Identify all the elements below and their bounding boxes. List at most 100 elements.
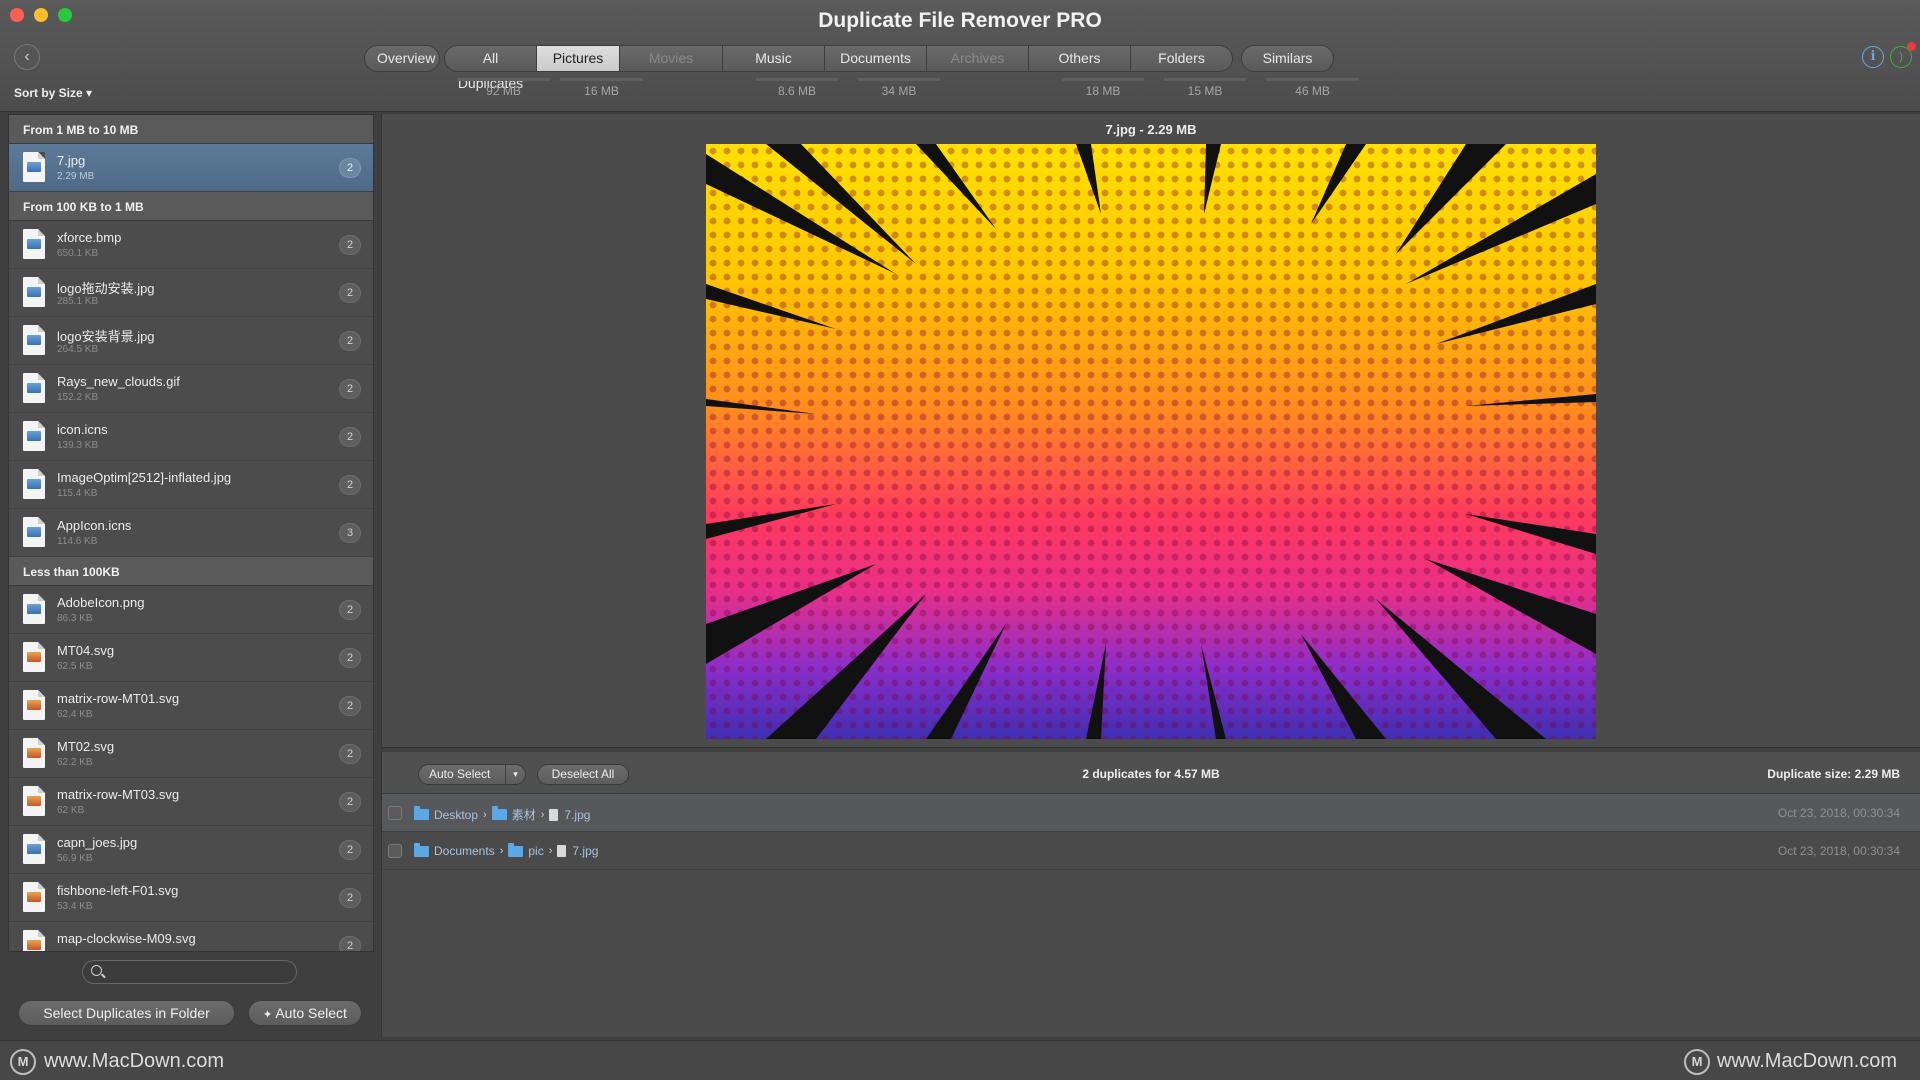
list-item[interactable]: matrix-row-MT03.svg 62 KB 2 [9, 778, 373, 826]
path-file[interactable]: 7.jpg [572, 844, 598, 858]
list-item[interactable]: xforce.bmp 650.1 KB 2 [9, 221, 373, 269]
category-tabs: Overview All Duplicates Pictures Movies … [364, 45, 1334, 91]
tab-overview[interactable]: Overview [364, 45, 440, 72]
back-button[interactable]: ‹ [14, 44, 40, 70]
file-name: icon.icns [57, 422, 108, 437]
svg-file-icon [23, 882, 45, 912]
path-file[interactable]: 7.jpg [564, 808, 590, 822]
file-size: 2.29 MB [57, 171, 95, 182]
table-row[interactable]: Documents › pic › 7.jpg Oct 23, 2018, 00… [382, 832, 1920, 870]
duplicate-count-badge: 2 [339, 696, 361, 716]
tab-size-movies [643, 78, 746, 98]
path-segment[interactable]: 素材 [512, 806, 536, 823]
tab-size-music: 8.6 MB [756, 78, 838, 98]
group-header: Less than 100KB [9, 557, 373, 586]
path-segment[interactable]: Desktop [434, 808, 478, 822]
duplicate-checkbox[interactable] [388, 806, 402, 820]
list-item[interactable]: AdobeIcon.png 86.3 KB 2 [9, 586, 373, 634]
tab-music[interactable]: Music [723, 45, 825, 72]
svg-file-icon [23, 690, 45, 720]
path-segment[interactable]: pic [528, 844, 543, 858]
tab-documents[interactable]: Documents [825, 45, 927, 72]
list-item[interactable]: Rays_new_clouds.gif 152.2 KB 2 [9, 365, 373, 413]
duplicate-checkbox[interactable] [388, 844, 402, 858]
list-item[interactable]: fishbone-left-F01.svg 53.4 KB 2 [9, 874, 373, 922]
tab-all-duplicates[interactable]: All Duplicates [444, 45, 537, 91]
tab-movies[interactable]: Movies [620, 45, 723, 72]
file-size: 62 KB [57, 805, 85, 816]
group-header: From 1 MB to 10 MB [9, 115, 373, 144]
duplicates-toolbar: Auto Select ▾ Deselect All 2 duplicates … [382, 752, 1920, 794]
list-item[interactable]: ImageOptim[2512]-inflated.jpg 115.4 KB 2 [9, 461, 373, 509]
image-file-icon [23, 517, 45, 547]
list-item[interactable]: logo安装背景.jpg 264.5 KB 2 [9, 317, 373, 365]
chevron-right-icon: › [483, 808, 487, 821]
auto-select-button[interactable]: ✦ Auto Select [248, 1000, 362, 1026]
file-name: fishbone-left-F01.svg [57, 883, 179, 898]
search-field[interactable] [82, 960, 297, 984]
file-size: 56.9 KB [57, 853, 93, 864]
wand-icon: ✦ [263, 1009, 276, 1021]
list-item[interactable]: MT04.svg 62.5 KB 2 [9, 634, 373, 682]
file-size: 62.5 KB [57, 661, 93, 672]
duplicate-count-badge: 2 [339, 379, 361, 399]
duplicate-count-badge: 2 [339, 283, 361, 303]
list-item[interactable]: MT02.svg 62.2 KB 2 [9, 730, 373, 778]
svg-file-icon [23, 786, 45, 816]
window-title: Duplicate File Remover PRO [818, 9, 1102, 32]
tab-size-others: 18 MB [1062, 78, 1144, 98]
file-name: logo安装背景.jpg [57, 329, 155, 344]
tab-folders[interactable]: Folders [1131, 45, 1233, 72]
image-preview [706, 144, 1596, 739]
file-path: Documents › pic › 7.jpg [414, 842, 598, 858]
tab-archives[interactable]: Archives [927, 45, 1029, 72]
image-file-icon [23, 152, 45, 182]
file-size: 152.2 KB [57, 392, 99, 403]
file-size: 115.4 KB [57, 488, 98, 499]
path-segment[interactable]: Documents [434, 844, 495, 858]
tab-others[interactable]: Others [1029, 45, 1131, 72]
image-file-icon [23, 834, 45, 864]
duplicate-count-badge: 2 [339, 648, 361, 668]
svg-file-icon [23, 738, 45, 768]
file-name: MT04.svg [57, 643, 115, 658]
file-size: 139.3 KB [57, 440, 99, 451]
duplicates-summary: 2 duplicates for 4.57 MB [1082, 767, 1220, 781]
image-file-icon [23, 421, 45, 451]
info-icon[interactable]: i [1862, 46, 1884, 68]
file-name: matrix-row-MT03.svg [57, 787, 180, 802]
file-name: AdobeIcon.png [57, 595, 145, 610]
tab-pictures[interactable]: Pictures [537, 45, 620, 72]
folder-icon [508, 842, 524, 857]
file-name: logo拖动安装.jpg [57, 281, 155, 296]
tab-size-folders: 15 MB [1164, 78, 1246, 98]
file-name: Rays_new_clouds.gif [57, 374, 180, 389]
search-input[interactable] [109, 964, 289, 980]
duplicate-count-badge: 2 [339, 427, 361, 447]
list-item[interactable]: matrix-row-MT01.svg 62.4 KB 2 [9, 682, 373, 730]
file-name: 7.jpg [57, 153, 86, 168]
chevron-right-icon: › [499, 845, 504, 857]
tab-similars[interactable]: Similars [1241, 45, 1334, 72]
file-size: 53.4 KB [57, 901, 93, 912]
search-icon [91, 965, 102, 976]
list-item[interactable]: capn_joes.jpg 56.9 KB 2 [9, 826, 373, 874]
file-size: 285.1 KB [57, 296, 99, 307]
image-file-icon [23, 229, 45, 259]
list-item[interactable]: map-clockwise-M09.svg 2 [9, 922, 373, 951]
table-row[interactable]: Desktop › 素材 › 7.jpg Oct 23, 2018, 00:30… [382, 794, 1920, 832]
select-duplicates-in-folder-button[interactable]: Select Duplicates in Folder [18, 1000, 235, 1026]
list-item[interactable]: AppIcon.icns 114.6 KB 3 [9, 509, 373, 557]
file-name: MT02.svg [57, 739, 115, 754]
duplicate-count-badge: 2 [339, 331, 361, 351]
sort-by-dropdown[interactable]: Sort by Size ▾ [14, 86, 92, 100]
list-item[interactable]: 7.jpg 2.29 MB 2 [9, 144, 373, 192]
folder-icon [491, 806, 507, 820]
comic-burst-rays [706, 144, 1596, 739]
list-item[interactable]: logo拖动安装.jpg 285.1 KB 2 [9, 269, 373, 317]
chevron-right-icon: › [540, 808, 545, 821]
macdown-logo-icon: M [1684, 1049, 1710, 1075]
tab-size-pictures: 16 MB [560, 78, 643, 98]
list-item[interactable]: icon.icns 139.3 KB 2 [9, 413, 373, 461]
macdown-logo-icon: M [10, 1049, 36, 1075]
